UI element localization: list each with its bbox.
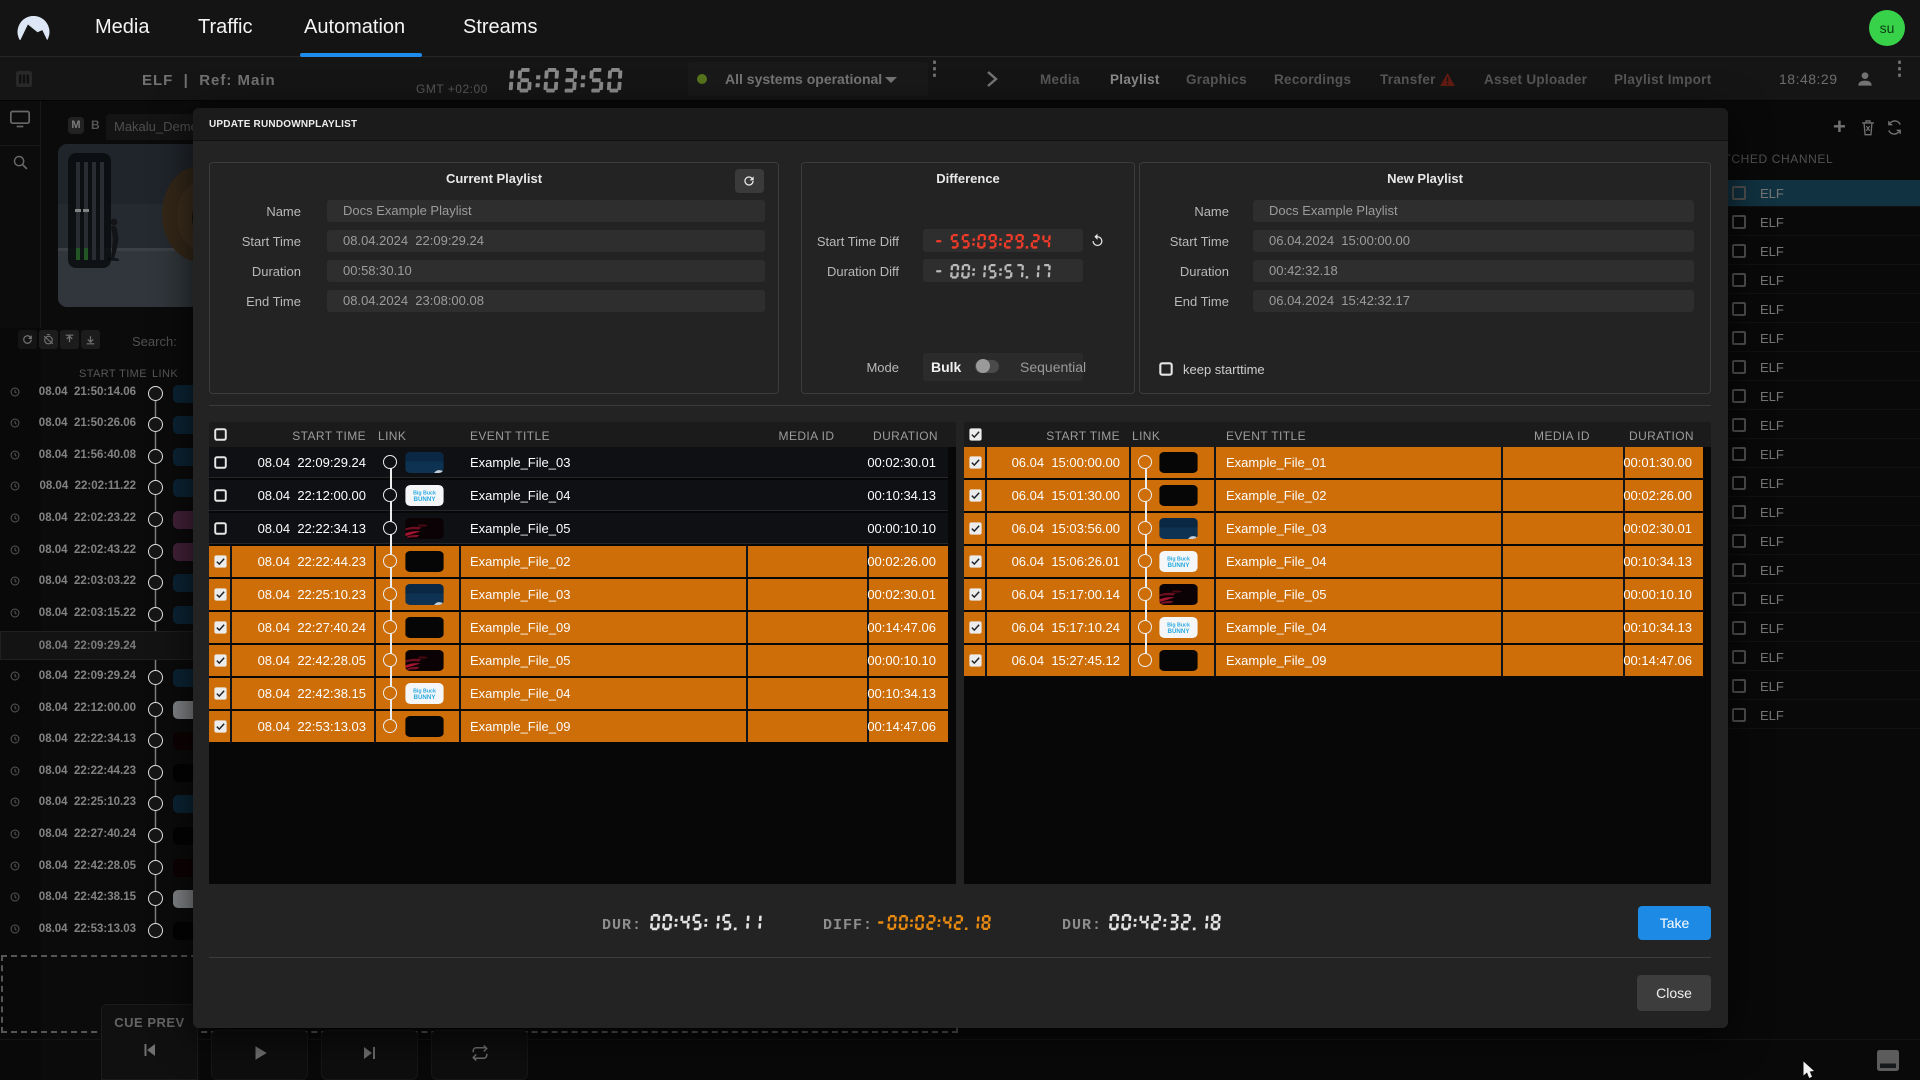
svg-text:BUNNY: BUNNY — [413, 496, 436, 503]
svg-text:BUNNY: BUNNY — [1167, 628, 1190, 635]
svg-text:BUNNY: BUNNY — [1167, 562, 1190, 569]
svg-text:BUNNY: BUNNY — [413, 694, 436, 701]
